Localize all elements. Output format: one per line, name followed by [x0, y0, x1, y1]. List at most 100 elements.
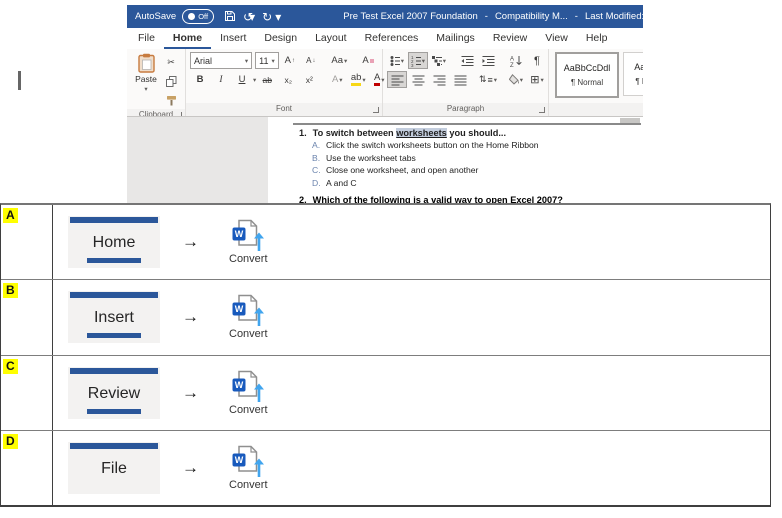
ribbon-tab-help[interactable]: Help	[577, 28, 617, 49]
word-convert-icon: W	[231, 219, 265, 253]
ribbon-tab-file[interactable]: File	[129, 28, 164, 49]
align-right-button[interactable]	[429, 71, 449, 88]
font-name-combo[interactable]: Arial ▾	[190, 52, 252, 69]
svg-text:W: W	[235, 229, 244, 239]
convert-button[interactable]: W Convert	[229, 370, 268, 416]
option-a: A.Click the switch worksheets button on …	[312, 140, 639, 150]
style-name: ¶ No Spac	[635, 77, 643, 86]
card-top-bar	[70, 368, 158, 374]
format-painter-icon[interactable]	[161, 92, 181, 109]
text-effects-dropdown-icon: ▾	[339, 76, 342, 84]
word-convert-icon: W	[231, 445, 265, 479]
shading-dropdown-icon: ▾	[520, 76, 523, 84]
document-text[interactable]: 1. To switch between worksheets you shou…	[299, 128, 639, 188]
table-row-c: C Review → W	[1, 356, 770, 431]
highlight-dropdown-icon: ▾	[362, 76, 365, 84]
copy-icon[interactable]	[161, 73, 181, 90]
line-spacing-button[interactable]: ⇅≡▾	[478, 71, 498, 88]
option-d-text: A and C	[326, 178, 357, 188]
convert-button[interactable]: W Convert	[229, 445, 268, 491]
increase-indent-button[interactable]	[478, 52, 498, 69]
ribbon-tab-design[interactable]: Design	[255, 28, 306, 49]
tab-screenshot-home[interactable]: Home	[68, 216, 160, 268]
autosave-toggle[interactable]: Off	[182, 9, 214, 24]
save-icon[interactable]	[224, 10, 236, 24]
option-d: D.A and C	[312, 178, 639, 188]
convert-label: Convert	[229, 328, 268, 340]
ribbon-tab-layout[interactable]: Layout	[306, 28, 356, 49]
shading-button[interactable]: ▾	[506, 71, 526, 88]
underline-button[interactable]: U	[232, 71, 252, 88]
tab-screenshot-insert[interactable]: Insert	[68, 291, 160, 343]
title-bar: AutoSave Off ↺▾ ↻ ▾ Pre Test Excel 2007 …	[127, 5, 643, 28]
ribbon-tab-references[interactable]: References	[356, 28, 428, 49]
svg-text:W: W	[235, 380, 244, 390]
tab-screenshot-file[interactable]: File	[68, 442, 160, 494]
redo-icon[interactable]: ↻	[262, 11, 272, 23]
font-name-value: Arial	[194, 56, 242, 66]
ribbon-tab-mailings[interactable]: Mailings	[427, 28, 484, 49]
subscript-button[interactable]: x₂	[278, 71, 298, 88]
convert-button[interactable]: W Convert	[229, 219, 268, 265]
change-case-dropdown-icon: ▾	[344, 57, 347, 65]
grow-font-letter: A	[285, 55, 291, 66]
style-name: ¶ Normal	[571, 78, 603, 87]
line-spacing-arrows-icon: ⇅	[479, 74, 487, 85]
highlight-color-button[interactable]: ab▾	[348, 71, 368, 88]
superscript-button[interactable]: x²	[299, 71, 319, 88]
style-preview: AaBbCcDdl	[564, 63, 611, 73]
undo-dropdown-icon[interactable]: ▾	[249, 10, 255, 24]
text-cursor	[18, 71, 21, 90]
paste-dropdown-icon[interactable]: ▾	[144, 85, 147, 93]
strikethrough-button[interactable]: ab	[257, 71, 277, 88]
numbering-button[interactable]: 123 ▾	[408, 52, 428, 69]
customize-qat-icon[interactable]: ▾	[275, 11, 281, 23]
font-dialog-launcher-icon[interactable]	[373, 107, 379, 113]
underline-dropdown-icon[interactable]: ▾	[253, 76, 256, 84]
ribbon-tab-view[interactable]: View	[536, 28, 577, 49]
tab-screenshot-review[interactable]: Review	[68, 367, 160, 419]
align-left-button[interactable]	[387, 71, 407, 88]
word-convert-icon: W	[231, 370, 265, 404]
answer-letter-b: B	[3, 283, 18, 298]
bullets-button[interactable]: ▾	[387, 52, 407, 69]
borders-grid-icon: ⊞	[530, 73, 539, 86]
align-center-button[interactable]	[408, 71, 428, 88]
multilevel-dropdown-icon: ▾	[443, 57, 446, 65]
grow-font-button[interactable]: A↑	[280, 52, 300, 69]
borders-button[interactable]: ⊞▾	[527, 71, 547, 88]
eraser-icon	[370, 59, 374, 63]
decrease-indent-button[interactable]	[457, 52, 477, 69]
font-size-combo[interactable]: 11 ▾	[255, 52, 279, 69]
word-convert-icon: W	[231, 294, 265, 328]
ribbon-tab-insert[interactable]: Insert	[211, 28, 255, 49]
italic-button[interactable]: I	[211, 71, 231, 88]
text-effects-button[interactable]: A▾	[327, 71, 347, 88]
paste-button[interactable]: Paste ▾	[131, 52, 161, 109]
convert-button[interactable]: W Convert	[229, 294, 268, 340]
autosave-state: Off	[198, 12, 208, 21]
answer-table: A Home → W	[0, 203, 771, 507]
cut-icon[interactable]: ✂	[161, 54, 181, 71]
ribbon-tab-review[interactable]: Review	[484, 28, 536, 49]
multilevel-list-button[interactable]: ▾	[429, 52, 449, 69]
quick-access-toolbar: ↺▾ ↻ ▾	[224, 10, 281, 24]
clear-formatting-button[interactable]: A	[358, 52, 378, 69]
justify-button[interactable]	[450, 71, 470, 88]
undo-button[interactable]: ↺▾	[243, 11, 255, 23]
ribbon-tab-home[interactable]: Home	[164, 28, 211, 49]
style-normal[interactable]: AaBbCcDdl ¶ Normal	[555, 52, 619, 98]
style-no-spacing[interactable]: AaBbCcD ¶ No Spac	[623, 52, 643, 96]
convert-label: Convert	[229, 479, 268, 491]
answer-letter-cell: A	[1, 205, 53, 279]
show-paragraph-marks-button[interactable]: ¶	[527, 52, 547, 69]
change-case-button[interactable]: Aa▾	[329, 52, 349, 69]
numbering-dropdown-icon: ▾	[422, 57, 425, 65]
shrink-font-button[interactable]: A↓	[301, 52, 321, 69]
borders-dropdown-icon: ▾	[540, 76, 543, 84]
title-separator: -	[575, 11, 578, 22]
paragraph-dialog-launcher-icon[interactable]	[539, 107, 545, 113]
option-b: B.Use the worksheet tabs	[312, 153, 639, 163]
bold-button[interactable]: B	[190, 71, 210, 88]
sort-button[interactable]: AZ	[506, 52, 526, 69]
